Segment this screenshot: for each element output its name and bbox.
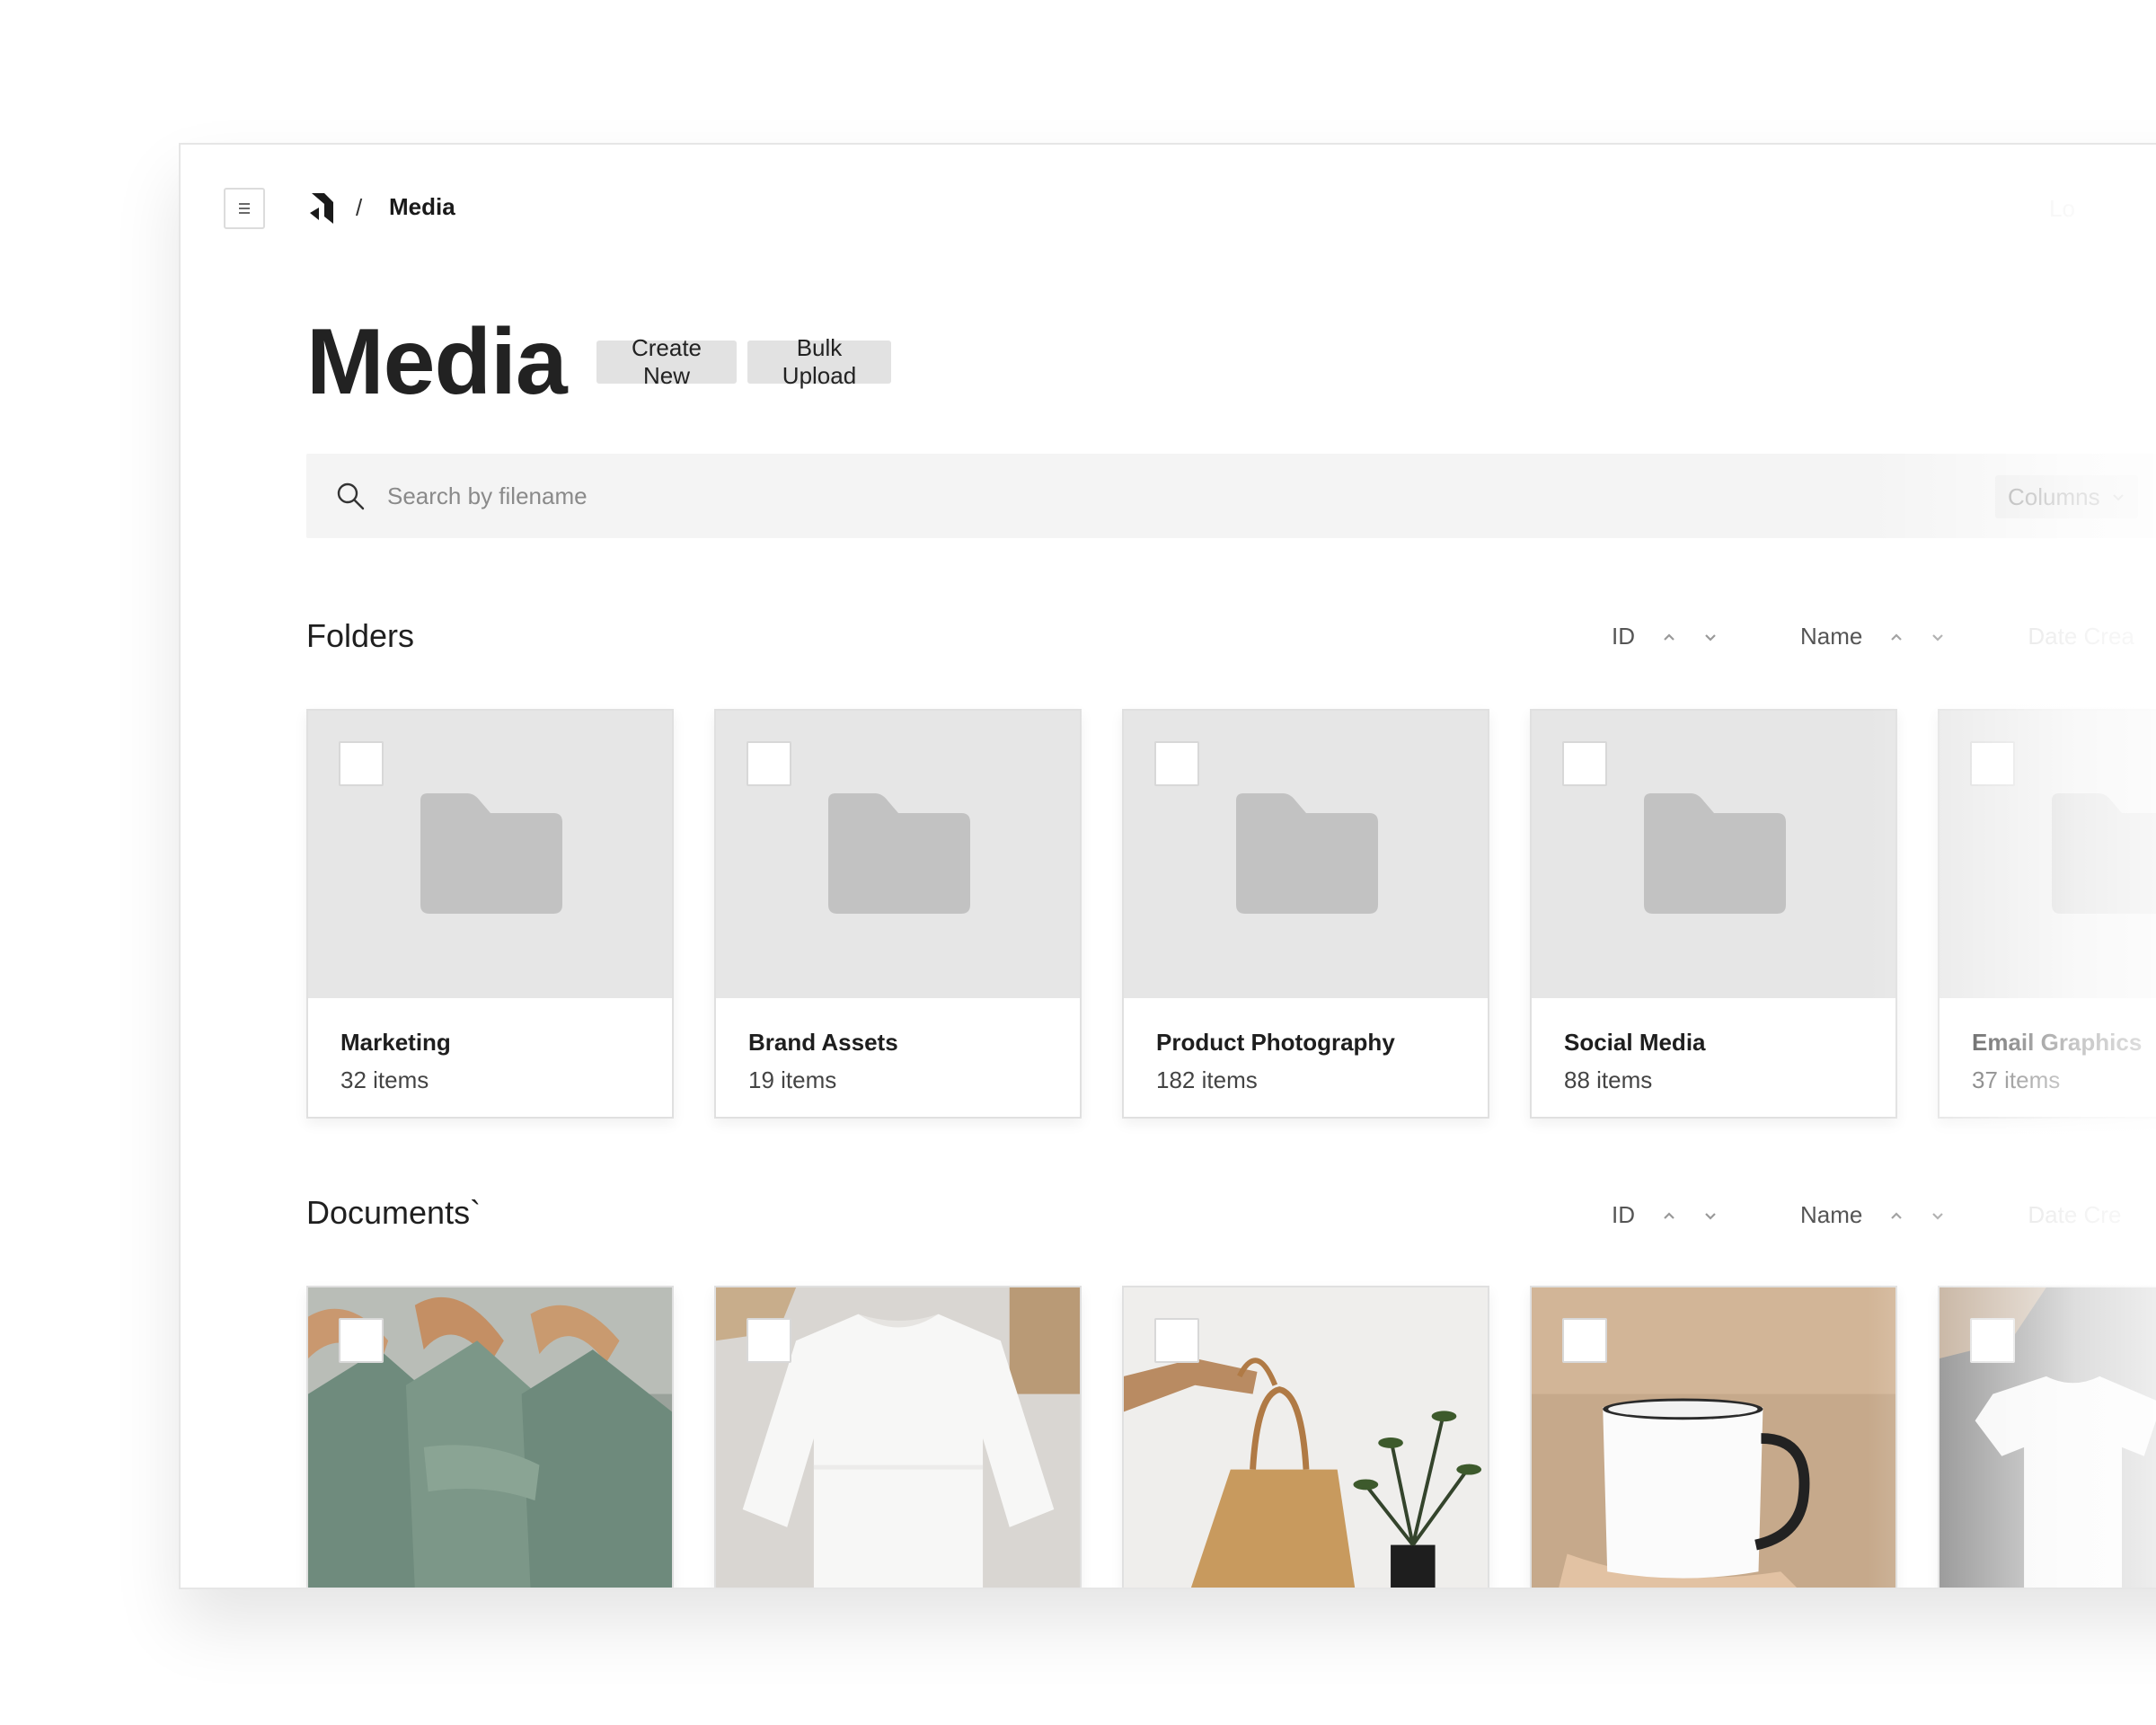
columns-label: Columns bbox=[2008, 482, 2100, 510]
sidebar-toggle-button[interactable] bbox=[224, 188, 265, 229]
top-right-label[interactable]: Lo bbox=[2049, 195, 2075, 223]
breadcrumb-separator: / bbox=[356, 194, 363, 221]
bulk-upload-button[interactable]: Bulk Upload bbox=[747, 334, 891, 389]
sort-name-label: Name bbox=[1800, 623, 1863, 650]
select-checkbox[interactable] bbox=[747, 741, 791, 786]
document-card[interactable] bbox=[1938, 1286, 2156, 1588]
folder-item-count: 37 items bbox=[1972, 1066, 2061, 1093]
sort-ascending-icon[interactable] bbox=[1887, 1207, 1905, 1225]
document-card[interactable] bbox=[306, 1286, 674, 1588]
create-new-button[interactable]: Create New bbox=[596, 334, 737, 389]
sort-ascending-icon[interactable] bbox=[1887, 628, 1905, 646]
folder-item-count: 19 items bbox=[748, 1066, 837, 1093]
sort-descending-icon[interactable] bbox=[1701, 1207, 1719, 1225]
sort-name-label: Name bbox=[1800, 1201, 1863, 1228]
folder-card[interactable]: Social Media 88 items bbox=[1530, 709, 1897, 1119]
document-card[interactable] bbox=[1530, 1286, 1897, 1588]
select-checkbox[interactable] bbox=[1970, 741, 2015, 786]
page-title: Media bbox=[306, 310, 568, 414]
hamburger-icon bbox=[239, 203, 250, 214]
document-card[interactable] bbox=[714, 1286, 1082, 1588]
breadcrumb-current: Media bbox=[389, 193, 455, 220]
folder-icon bbox=[828, 793, 970, 914]
sort-date-label[interactable]: Date Cre bbox=[2028, 1201, 2121, 1229]
folder-icon bbox=[1236, 793, 1378, 914]
folder-icon bbox=[1644, 793, 1786, 914]
folder-name: Product Photography bbox=[1156, 1029, 1395, 1056]
sort-ascending-icon[interactable] bbox=[1660, 628, 1678, 646]
select-checkbox[interactable] bbox=[339, 741, 384, 786]
select-checkbox[interactable] bbox=[1970, 1318, 2015, 1363]
documents-sort-controls: ID Name Date Cre bbox=[1612, 1201, 2146, 1229]
columns-button[interactable]: Columns bbox=[1995, 475, 2138, 518]
folder-card[interactable]: Marketing 32 items bbox=[306, 709, 674, 1119]
sort-id-label: ID bbox=[1612, 1201, 1635, 1228]
select-checkbox[interactable] bbox=[1154, 1318, 1199, 1363]
folder-name: Brand Assets bbox=[748, 1029, 898, 1056]
media-library-window: / Media Lo Media Create New Bulk Upload … bbox=[179, 143, 2156, 1589]
folders-section-title: Folders bbox=[306, 617, 415, 654]
search-input[interactable] bbox=[387, 473, 1465, 518]
sort-descending-icon[interactable] bbox=[1929, 1207, 1947, 1225]
sort-id-label: ID bbox=[1612, 623, 1635, 650]
folder-name: Marketing bbox=[340, 1029, 451, 1056]
folder-item-count: 32 items bbox=[340, 1066, 429, 1093]
sort-descending-icon[interactable] bbox=[1701, 628, 1719, 646]
documents-section-title: Documents` bbox=[306, 1194, 482, 1231]
folder-card[interactable]: Email Graphics 37 items bbox=[1938, 709, 2156, 1119]
folder-item-count: 182 items bbox=[1156, 1066, 1258, 1093]
folder-card[interactable]: Product Photography 182 items bbox=[1122, 709, 1489, 1119]
select-checkbox[interactable] bbox=[1562, 741, 1607, 786]
chevron-down-icon bbox=[2112, 494, 2124, 501]
folder-icon bbox=[420, 793, 562, 914]
search-icon bbox=[337, 482, 365, 510]
folder-card[interactable]: Brand Assets 19 items bbox=[714, 709, 1082, 1119]
sort-date-label[interactable]: Date Crea bbox=[2028, 623, 2134, 650]
search-bar: Columns bbox=[306, 454, 2156, 538]
sort-descending-icon[interactable] bbox=[1929, 628, 1947, 646]
folder-name: Email Graphics bbox=[1972, 1029, 2143, 1056]
select-checkbox[interactable] bbox=[339, 1318, 384, 1363]
select-checkbox[interactable] bbox=[1562, 1318, 1607, 1363]
sort-ascending-icon[interactable] bbox=[1660, 1207, 1678, 1225]
folder-icon bbox=[2052, 793, 2156, 914]
folders-sort-controls: ID Name Date Crea bbox=[1612, 623, 2156, 650]
select-checkbox[interactable] bbox=[1154, 741, 1199, 786]
folder-name: Social Media bbox=[1564, 1029, 1706, 1056]
select-checkbox[interactable] bbox=[747, 1318, 791, 1363]
app-logo-icon[interactable] bbox=[306, 190, 339, 226]
document-card[interactable] bbox=[1122, 1286, 1489, 1588]
folder-item-count: 88 items bbox=[1564, 1066, 1653, 1093]
